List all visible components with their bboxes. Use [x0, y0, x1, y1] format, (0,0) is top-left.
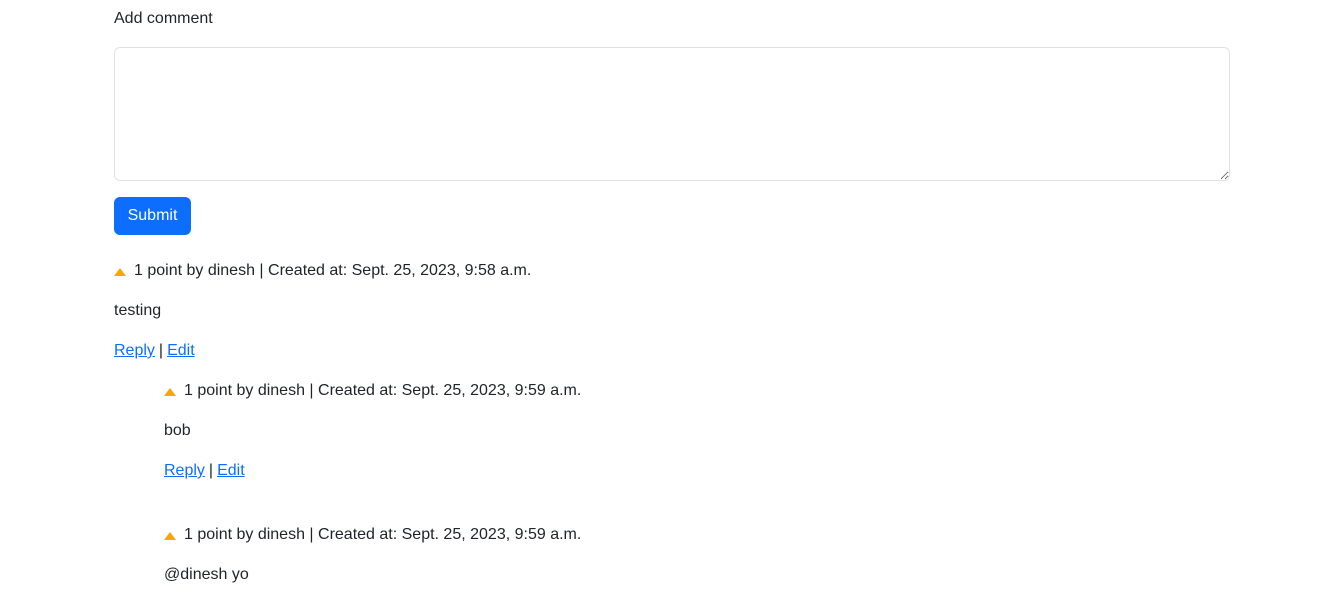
comment-meta-text: 1 point by dinesh | Created at: Sept. 25…	[184, 382, 582, 399]
upvote-icon[interactable]	[114, 268, 126, 276]
submit-button[interactable]: Submit	[114, 197, 191, 235]
comment-meta: 1 point by dinesh | Created at: Sept. 25…	[114, 260, 531, 282]
comment-body: @dinesh yo	[164, 566, 249, 583]
comment-meta: 1 point by dinesh | Created at: Sept. 25…	[164, 380, 581, 402]
comment-meta-text: 1 point by dinesh | Created at: Sept. 25…	[134, 262, 532, 279]
upvote-icon[interactable]	[164, 388, 176, 396]
comment-meta-text: 1 point by dinesh | Created at: Sept. 25…	[184, 526, 582, 543]
reply-link[interactable]: Reply	[114, 342, 155, 359]
action-separator: |	[158, 342, 164, 359]
comment-meta: 1 point by dinesh | Created at: Sept. 25…	[164, 524, 581, 546]
edit-link[interactable]: Edit	[167, 342, 195, 359]
comment-actions: Reply | Edit	[164, 460, 245, 482]
comment-body: bob	[164, 422, 191, 439]
edit-link[interactable]: Edit	[217, 462, 245, 479]
reply-link[interactable]: Reply	[164, 462, 205, 479]
comment-body: testing	[114, 302, 162, 319]
add-comment-label: Add comment	[114, 10, 213, 27]
comment-textarea[interactable]	[114, 47, 1230, 181]
action-separator: |	[208, 462, 214, 479]
comment-actions: Reply | Edit	[114, 340, 195, 362]
upvote-icon[interactable]	[164, 532, 176, 540]
